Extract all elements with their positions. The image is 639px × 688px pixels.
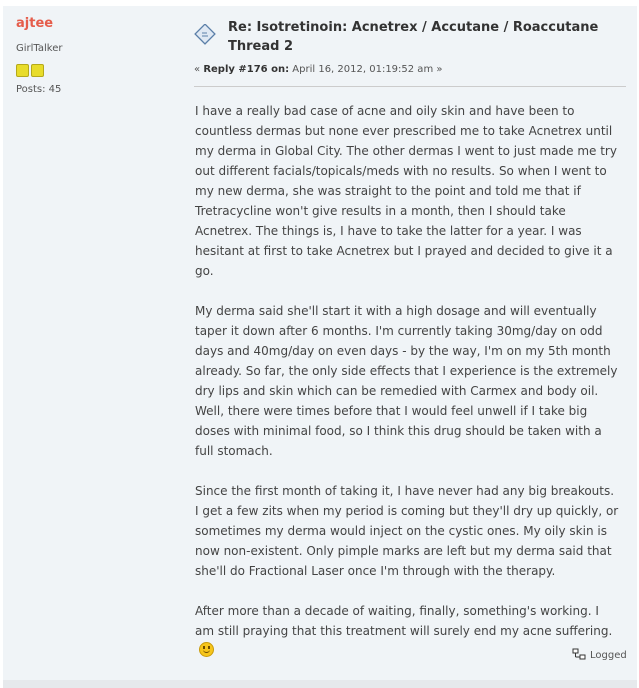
reply-open-quote: « [194,64,201,75]
post-paragraph: I have a really bad case of acne and oil… [195,104,617,278]
reply-number: Reply #176 on: [203,64,290,75]
ip-logged: Logged [572,648,627,661]
post-title-link[interactable]: Re: Isotretinoin: Acnetrex / Accutane / … [228,18,608,56]
logged-label: Logged [590,650,627,661]
ip-logged-icon [572,648,586,660]
post-paragraph-text: After more than a decade of waiting, fin… [195,604,613,638]
message-icon [194,24,216,45]
poster-info: ajtee GirlTalker Posts: 45 [16,16,176,95]
star-icon [16,64,29,77]
post-paragraph: Since the first month of taking it, I ha… [195,484,619,578]
reply-date: April 16, 2012, 01:19:52 am [292,64,434,75]
post-separator [3,680,637,688]
poster-name-link[interactable]: ajtee [16,16,176,31]
star-icon [31,64,44,77]
post-paragraph-last: After more than a decade of waiting, fin… [195,601,620,661]
rank-stars [16,62,176,78]
post-body: I have a really bad case of acne and oil… [195,101,620,681]
poster-post-count: Posts: 45 [16,84,62,95]
reply-info: « Reply #176 on: April 16, 2012, 01:19:5… [194,64,443,75]
divider [194,86,626,87]
post-title-line-1: Re: Isotretinoin: Acnetrex / Accutane / … [228,20,599,35]
post-paragraph: My derma said she'll start it with a hig… [195,304,618,458]
poster-group: GirlTalker [16,43,63,54]
reply-close-quote: » [436,64,443,75]
smiley-icon [199,642,214,657]
post-title-line-2: Thread 2 [228,39,293,54]
